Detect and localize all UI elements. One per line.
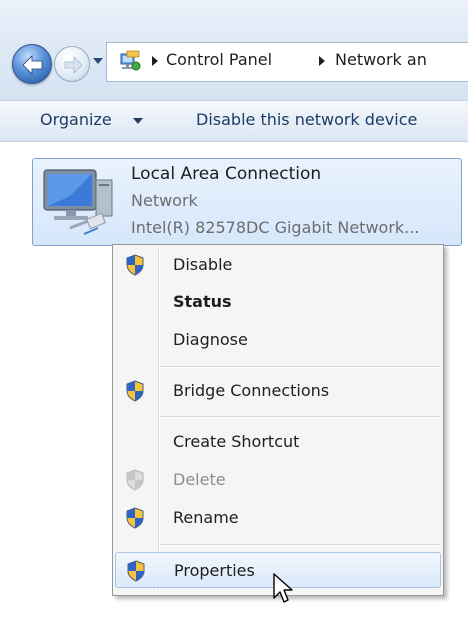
back-arrow-icon bbox=[22, 55, 43, 75]
breadcrumb-network[interactable]: Network an bbox=[335, 50, 427, 69]
forward-arrow-icon bbox=[64, 56, 83, 74]
menu-item-label: Disable bbox=[173, 255, 233, 274]
forward-button[interactable] bbox=[54, 46, 90, 82]
menu-separator bbox=[160, 544, 440, 546]
mouse-pointer-icon bbox=[273, 573, 293, 603]
connection-status: Network bbox=[131, 191, 198, 210]
menu-item-rename[interactable]: Rename bbox=[115, 500, 441, 536]
uac-shield-icon bbox=[127, 560, 145, 582]
menu-separator bbox=[160, 366, 440, 368]
network-adapter-icon bbox=[43, 169, 113, 235]
uac-shield-icon bbox=[126, 507, 144, 529]
menu-item-delete: Delete bbox=[115, 462, 441, 498]
menu-item-create-shortcut[interactable]: Create Shortcut bbox=[115, 424, 441, 460]
menu-item-label: Create Shortcut bbox=[173, 432, 300, 451]
menu-item-disable[interactable]: Disable bbox=[115, 247, 441, 283]
breadcrumb-separator[interactable] bbox=[152, 56, 158, 66]
back-button[interactable] bbox=[12, 44, 52, 84]
menu-item-label: Delete bbox=[173, 470, 226, 489]
network-folder-icon bbox=[120, 50, 141, 71]
uac-shield-icon bbox=[126, 254, 144, 276]
menu-item-bridge-connections[interactable]: Bridge Connections bbox=[115, 373, 441, 409]
menu-item-label: Bridge Connections bbox=[173, 381, 330, 400]
uac-shield-icon bbox=[126, 469, 144, 491]
chevron-down-icon bbox=[133, 118, 143, 124]
uac-shield-icon bbox=[126, 380, 144, 402]
menu-item-label: Diagnose bbox=[173, 330, 248, 349]
menu-item-label: Status bbox=[173, 292, 232, 311]
connection-adapter: Intel(R) 82578DC Gigabit Network... bbox=[131, 218, 420, 237]
breadcrumb-control-panel[interactable]: Control Panel bbox=[166, 50, 272, 69]
menu-separator bbox=[160, 416, 440, 418]
menu-item-diagnose[interactable]: Diagnose bbox=[115, 322, 441, 358]
menu-item-status[interactable]: Status bbox=[115, 284, 441, 320]
connection-name: Local Area Connection bbox=[131, 164, 322, 184]
organize-button[interactable]: Organize bbox=[40, 110, 112, 129]
breadcrumb-separator[interactable] bbox=[319, 56, 325, 66]
disable-device-button[interactable]: Disable this network device bbox=[196, 110, 417, 129]
menu-item-label: Rename bbox=[173, 508, 239, 527]
menu-item-label: Properties bbox=[174, 561, 255, 580]
recent-pages-dropdown[interactable] bbox=[93, 58, 103, 64]
